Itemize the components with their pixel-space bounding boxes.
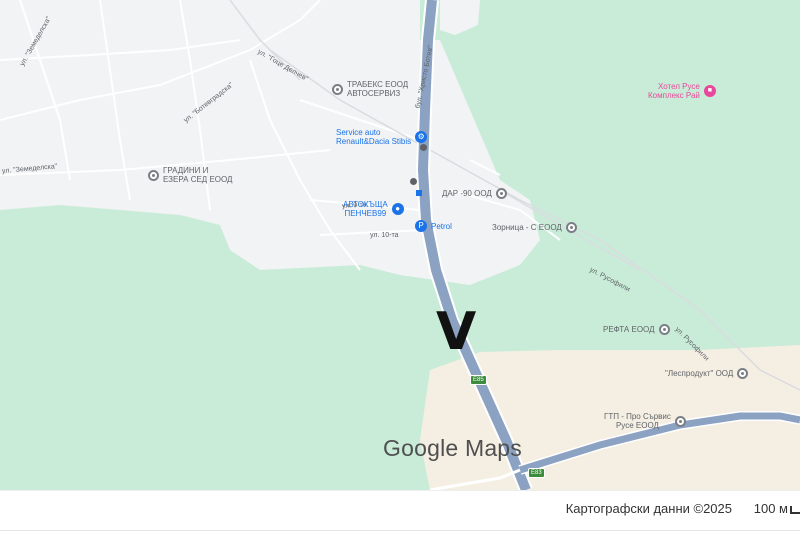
road-shield-e85: E85: [470, 375, 487, 385]
place-trabeks[interactable]: ТРАБЕКС ЕООД АВТОСЕРВИЗ: [332, 80, 408, 98]
place-label: ТРАБЕКС ЕООД АВТОСЕРВИЗ: [347, 80, 409, 98]
hotel-icon: ■: [703, 85, 716, 97]
place-label: "Леспродукт" ООД: [665, 369, 734, 378]
place-icon: [658, 324, 670, 335]
scale-label[interactable]: 100 м: [754, 501, 788, 516]
place-icon: [495, 188, 507, 199]
divider: [0, 530, 800, 531]
urban-area: [0, 0, 540, 285]
place-service-auto[interactable]: Service auto Renault&Dacia Stibis ⚙: [336, 128, 428, 146]
place-dar-90[interactable]: ДАР -90 ООД: [442, 188, 507, 199]
place-label: Зорница - С ЕООД: [492, 223, 562, 232]
place-lesprodukt[interactable]: "Леспродукт" ООД: [665, 368, 749, 379]
transit-icon[interactable]: [416, 190, 422, 196]
place-label: Хотел Русе Комплекс Рай: [648, 82, 700, 100]
place-label: АВТОКЪЩА ПЕНЧЕВ99: [343, 200, 388, 218]
place-label: Petrol: [431, 221, 452, 231]
place-icon: [737, 368, 749, 379]
parking-icon[interactable]: [410, 178, 417, 185]
place-icon: [148, 169, 159, 181]
map-data-credits[interactable]: Картографски данни ©2025: [566, 501, 732, 516]
place-gradini[interactable]: ГРАДИНИ И ЕЗЕРА СЕД ЕООД: [148, 166, 232, 184]
place-avtokashta[interactable]: АВТОКЪЩА ПЕНЧЕВ99 ●: [343, 200, 404, 218]
location-marker[interactable]: V: [436, 306, 476, 358]
map-canvas[interactable]: ул. "Земеделска" ул. "Земеделска" ул. "Г…: [0, 0, 800, 490]
place-hotel-ruse[interactable]: Хотел Русе Комплекс Рай ■: [648, 82, 716, 100]
place-label: ГРАДИНИ И ЕЗЕРА СЕД ЕООД: [163, 166, 233, 184]
car-service-icon: ⚙: [415, 131, 428, 143]
google-maps-logo: Google Maps: [383, 435, 522, 461]
place-petrol[interactable]: P Petrol: [415, 220, 452, 232]
place-refta[interactable]: РЕФТА ЕООД: [603, 324, 670, 335]
place-label: РЕФТА ЕООД: [603, 325, 655, 334]
place-zornica[interactable]: Зорница - С ЕООД: [492, 222, 577, 233]
urban-area-top: [440, 0, 480, 35]
place-label: Service auto Renault&Dacia Stibis: [336, 128, 412, 146]
gas-station-icon: P: [415, 220, 427, 232]
place-icon: [565, 222, 577, 233]
place-label: ГТП - Про Сървис Русе ЕООД: [604, 412, 671, 430]
map-footer: Картографски данни ©2025 100 м: [0, 490, 800, 534]
car-dealer-icon: ●: [391, 203, 404, 215]
place-icon: [674, 415, 686, 427]
bus-stop-icon[interactable]: [420, 144, 427, 151]
place-gtp[interactable]: ГТП - Про Сървис Русе ЕООД: [604, 412, 686, 430]
scale-bar-icon: [790, 506, 800, 514]
place-icon: [332, 83, 343, 95]
street-label: ул. 10-та: [370, 232, 399, 239]
road-shield-e83: E83: [528, 468, 545, 478]
place-label: ДАР -90 ООД: [442, 189, 492, 198]
